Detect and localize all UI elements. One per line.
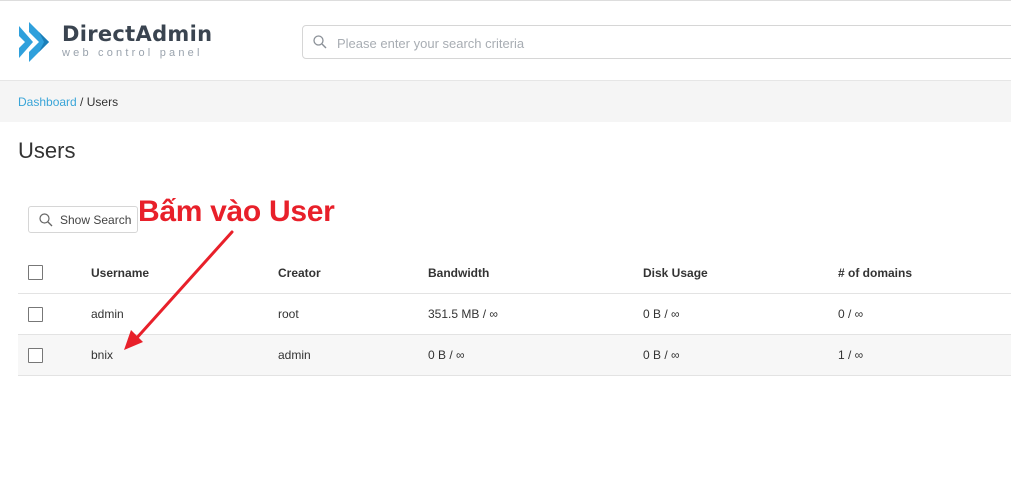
bandwidth-cell: 351.5 MB / ∞ — [428, 293, 643, 335]
breadcrumb-bar: Dashboard / Users — [0, 81, 1011, 122]
annotation-label: Bấm vào User — [138, 195, 335, 228]
row-select-cell — [18, 293, 91, 335]
search-input[interactable] — [335, 32, 979, 54]
domains-cell: 0 / ∞ — [838, 293, 1011, 335]
column-header-bandwidth[interactable]: Bandwidth — [428, 252, 643, 294]
brand-tagline: web control panel — [62, 47, 203, 59]
creator-cell: root — [278, 293, 428, 335]
directadmin-logo-icon — [19, 22, 49, 62]
disk-usage-cell: 0 B / ∞ — [643, 334, 838, 376]
brand-name: DirectAdmin — [62, 22, 213, 46]
breadcrumb-current: Users — [86, 95, 119, 109]
show-search-button[interactable]: Show Search — [28, 206, 138, 233]
directadmin-logo[interactable]: DirectAdmin web control panel — [17, 20, 217, 66]
column-header-creator[interactable]: Creator — [278, 252, 428, 294]
global-search[interactable] — [302, 25, 1011, 59]
row-select-cell — [18, 334, 91, 376]
username-cell[interactable]: admin — [91, 293, 278, 335]
row-checkbox[interactable] — [28, 347, 43, 363]
bandwidth-cell: 0 B / ∞ — [428, 334, 643, 376]
table-header-row: Username Creator Bandwidth Disk Usage # … — [18, 252, 1011, 294]
users-table: Username Creator Bandwidth Disk Usage # … — [18, 252, 1011, 376]
row-checkbox[interactable] — [28, 306, 43, 322]
top-header: DirectAdmin web control panel — [0, 0, 1011, 81]
show-search-label: Show Search — [60, 213, 132, 227]
creator-cell: admin — [278, 334, 428, 376]
search-icon — [39, 213, 53, 227]
breadcrumb-dashboard-link[interactable]: Dashboard — [18, 95, 77, 109]
username-cell[interactable]: bnix — [91, 334, 278, 376]
column-header-disk-usage[interactable]: Disk Usage — [643, 252, 838, 294]
page-title: Users — [18, 138, 76, 163]
search-icon — [313, 35, 327, 49]
breadcrumb: Dashboard / Users — [18, 95, 118, 109]
column-header-username[interactable]: Username — [91, 252, 278, 294]
select-all-cell — [18, 252, 91, 294]
disk-usage-cell: 0 B / ∞ — [643, 293, 838, 335]
select-all-checkbox[interactable] — [28, 265, 43, 281]
table-row[interactable]: admin root 351.5 MB / ∞ 0 B / ∞ 0 / ∞ — [18, 293, 1011, 335]
table-row[interactable]: bnix admin 0 B / ∞ 0 B / ∞ 1 / ∞ — [18, 334, 1011, 376]
breadcrumb-separator: / — [76, 95, 87, 109]
domains-cell: 1 / ∞ — [838, 334, 1011, 376]
column-header-domains[interactable]: # of domains — [838, 252, 1011, 294]
